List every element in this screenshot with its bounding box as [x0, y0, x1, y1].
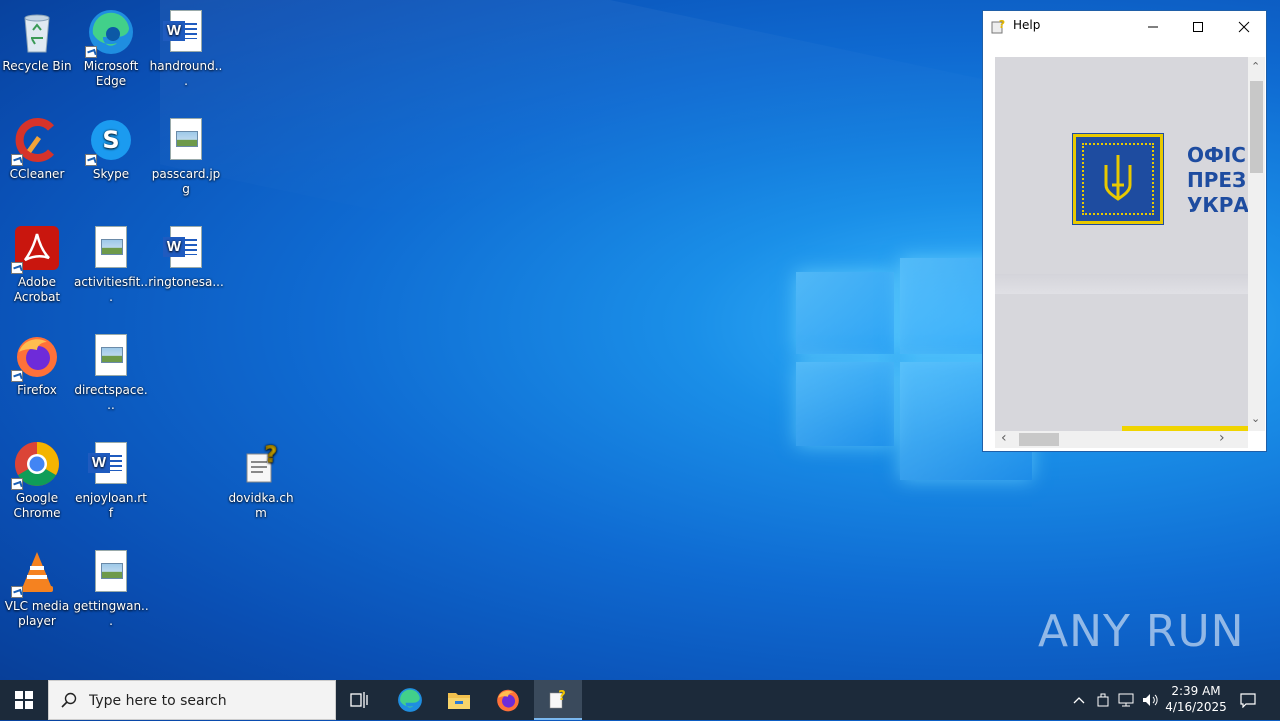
scroll-down-icon[interactable]: ⌄: [1251, 413, 1260, 424]
tray-network-icon[interactable]: [1115, 680, 1137, 720]
desktop-icon-recycle-bin[interactable]: Recycle Bin: [0, 8, 75, 74]
shortcut-arrow-icon: [85, 154, 97, 166]
svg-text:?: ?: [999, 18, 1005, 31]
maximize-icon: [1193, 21, 1203, 32]
image-file-icon: [162, 116, 210, 164]
ccleaner-icon: [11, 116, 61, 166]
notifications-button[interactable]: [1234, 680, 1262, 720]
taskbar-firefox[interactable]: [484, 680, 532, 720]
clock-time: 2:39 AM: [1171, 684, 1221, 698]
desktop-icon-dovidka[interactable]: ? dovidka.chm: [223, 440, 299, 521]
task-view-icon: [350, 692, 368, 708]
word-doc-icon: W: [162, 224, 210, 272]
svg-text:S: S: [102, 126, 119, 154]
chm-help-icon: ?: [991, 18, 1007, 34]
desktop-icon-activitiesfit[interactable]: activitiesfit...: [73, 224, 149, 305]
taskbar: ? 2:39 AM 4/16/2025: [0, 680, 1280, 721]
shortcut-arrow-icon: [11, 478, 23, 490]
task-view-button[interactable]: [336, 680, 384, 720]
windows-start-icon: [15, 691, 33, 709]
desktop-icon-enjoyloan[interactable]: W enjoyloan.rtf: [73, 440, 149, 521]
edge-icon: [85, 8, 135, 58]
desktop-icon-passcard[interactable]: passcard.jpg: [148, 116, 224, 197]
taskbar-edge[interactable]: [386, 680, 434, 720]
edge-icon: [398, 688, 422, 712]
tray-device-icon[interactable]: [1092, 680, 1114, 720]
notification-icon: [1240, 693, 1256, 708]
vlc-icon: [11, 548, 61, 598]
desktop-icon-skype[interactable]: S Skype: [73, 116, 149, 182]
scroll-up-icon[interactable]: ⌃: [1251, 61, 1260, 72]
start-button[interactable]: [0, 680, 48, 720]
desktop-icon-ringtonesa[interactable]: W ringtonesa...: [148, 224, 224, 290]
desktop-icon-acrobat[interactable]: Adobe Acrobat: [0, 224, 75, 305]
coat-of-arms-logo: [1072, 133, 1164, 225]
horizontal-scrollbar[interactable]: ‹ ›: [995, 431, 1248, 448]
vertical-scrollbar[interactable]: ⌃ ⌄: [1248, 57, 1265, 431]
minimize-icon: [1148, 26, 1158, 27]
scroll-left-icon[interactable]: ‹: [1001, 431, 1007, 445]
tray-overflow-button[interactable]: [1068, 680, 1090, 720]
help-window-title: Help: [1013, 18, 1041, 32]
folder-icon: [448, 693, 470, 709]
shortcut-arrow-icon: [11, 262, 23, 274]
search-input[interactable]: [87, 681, 331, 721]
speaker-icon: [1143, 694, 1158, 706]
chrome-icon: [11, 440, 61, 490]
svg-text:?: ?: [558, 689, 566, 704]
taskbar-help-app[interactable]: ?: [534, 680, 582, 720]
firefox-icon: [11, 332, 61, 382]
image-file-icon: [87, 332, 135, 380]
chm-help-icon: ?: [237, 440, 285, 488]
desktop-icon-edge[interactable]: Microsoft Edge: [73, 8, 149, 89]
taskbar-clock[interactable]: 2:39 AM 4/16/2025: [1164, 683, 1228, 715]
help-content-pane[interactable]: ОФІС ПРЕЗ УКРА: [995, 57, 1248, 431]
close-button[interactable]: [1221, 11, 1267, 42]
vertical-scroll-thumb[interactable]: [1250, 81, 1263, 173]
desktop-icon-gettingwan[interactable]: gettingwan...: [73, 548, 149, 629]
shortcut-arrow-icon: [11, 586, 23, 598]
banner-divider: [995, 274, 1248, 294]
skype-icon: S: [85, 116, 135, 166]
close-icon: [1238, 21, 1250, 32]
help-titlebar[interactable]: ? Help: [983, 11, 1266, 42]
shortcut-arrow-icon: [11, 154, 23, 166]
acrobat-icon: [11, 224, 61, 274]
desktop-icon-directspace[interactable]: directspace...: [73, 332, 149, 413]
scroll-right-icon[interactable]: ›: [1219, 431, 1225, 445]
taskbar-file-explorer[interactable]: [435, 680, 483, 720]
chevron-up-icon: [1073, 697, 1085, 704]
help-window[interactable]: ? Help ОФІС ПРЕЗ УКРА ⌃ ⌄ ‹ ›: [982, 10, 1267, 452]
anyrun-watermark: ANY RUN: [1038, 606, 1245, 657]
image-file-icon: [87, 224, 135, 272]
shortcut-arrow-icon: [11, 370, 23, 382]
word-doc-icon: W: [162, 8, 210, 56]
image-file-icon: [87, 548, 135, 596]
firefox-icon: [497, 689, 519, 712]
org-name-text: ОФІС ПРЕЗ УКРА: [1187, 143, 1248, 217]
horizontal-scroll-thumb[interactable]: [1019, 433, 1059, 446]
desktop-icon-vlc[interactable]: VLC media player: [0, 548, 75, 629]
chm-help-icon: ?: [549, 689, 566, 709]
search-icon: [61, 692, 77, 708]
network-icon: [1118, 693, 1134, 707]
taskbar-search-box[interactable]: [48, 680, 336, 721]
usb-device-icon: [1097, 693, 1109, 707]
desktop-icon-firefox[interactable]: Firefox: [0, 332, 75, 398]
maximize-button[interactable]: [1175, 11, 1221, 42]
svg-text:?: ?: [265, 443, 278, 468]
desktop-icon-chrome[interactable]: Google Chrome: [0, 440, 75, 521]
minimize-button[interactable]: [1130, 11, 1176, 42]
shortcut-arrow-icon: [85, 46, 97, 58]
tray-volume-icon[interactable]: [1140, 680, 1162, 720]
desktop-icon-ccleaner[interactable]: CCleaner: [0, 116, 75, 182]
recycle-bin-icon: [13, 8, 61, 56]
word-doc-icon: W: [87, 440, 135, 488]
clock-date: 4/16/2025: [1165, 700, 1227, 714]
desktop-icon-handround[interactable]: W handround...: [148, 8, 224, 89]
